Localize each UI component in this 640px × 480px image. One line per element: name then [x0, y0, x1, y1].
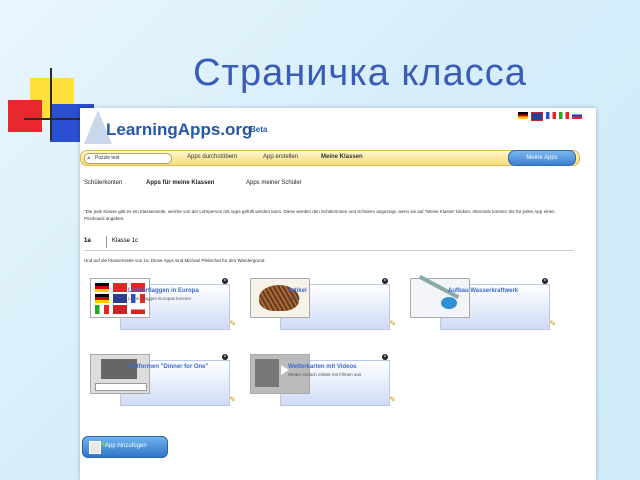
app-card[interactable]: Zeitformen "Dinner for One" × ✎ [90, 354, 236, 406]
close-icon[interactable]: × [222, 354, 228, 360]
slide-title: Страничка класса [193, 52, 527, 94]
my-apps-button[interactable]: Meine Apps [508, 150, 576, 166]
card-subtitle: Fädeli [288, 296, 301, 301]
my-apps-label: Meine Apps [526, 155, 558, 161]
pencil-icon[interactable]: ✎ [229, 395, 236, 404]
nav-bar: ⌕ Puzzle test Apps durchstöbern App erst… [80, 150, 580, 166]
add-app-button[interactable]: + App hinzufügen [82, 436, 168, 458]
tab-class-1a[interactable]: 1a [84, 238, 91, 244]
fr-flag-icon[interactable] [546, 112, 556, 119]
nav-link-browse[interactable]: Apps durchstöbern [187, 154, 237, 160]
search-icon: ⌕ [87, 155, 91, 162]
tab-apps-for-classes[interactable]: Apps für meine Klassen [146, 180, 214, 186]
webpage-frame: LearningApps.org Beta ⌕ Puzzle test Apps… [80, 108, 596, 480]
card-title: Aufbau Wasserkraftwerk [448, 288, 519, 294]
tab-apps-of-students[interactable]: Apps meiner Schüler [246, 180, 302, 186]
add-app-label: App hinzufügen [105, 443, 147, 449]
app-card[interactable]: Artikel Fädeli × ✎ [250, 278, 396, 330]
gb-flag-icon[interactable] [531, 112, 543, 121]
app-card[interactable]: Aufbau Wasserkraftwerk × ✎ [410, 274, 556, 330]
ru-flag-icon[interactable] [572, 112, 582, 119]
card-title: Artikel [288, 288, 307, 294]
nav-link-create[interactable]: App erstellen [263, 154, 298, 160]
search-input[interactable]: ⌕ Puzzle test [84, 153, 172, 164]
intro-text: "Die jede Klasse gibt es ein Klassenseit… [84, 209, 555, 221]
close-icon[interactable]: × [382, 278, 388, 284]
app-card[interactable]: Wetterkarten mit Videos Wetter einfach e… [250, 354, 396, 406]
card-title: Länderflaggen in Europa [128, 288, 199, 294]
class-tabs: 1a Klasse 1c [84, 236, 574, 251]
card-title: Wetterkarten mit Videos [288, 364, 357, 370]
powerplant-thumbnail [410, 274, 470, 318]
close-icon[interactable]: × [542, 278, 548, 284]
pencil-icon[interactable]: ✎ [229, 319, 236, 328]
decor-line [50, 68, 52, 140]
beta-label: Beta [250, 125, 268, 134]
card-title: Zeitformen "Dinner for One" [128, 364, 209, 370]
app-card[interactable]: Länderflaggen in Europa Lerne Flaggen Eu… [90, 278, 236, 330]
logo-text: LearningApps.org [106, 120, 253, 139]
de-flag-icon[interactable] [518, 112, 528, 119]
card-subtitle: Lerne Flaggen Europas kennen [128, 296, 192, 301]
search-value: Puzzle test [95, 155, 120, 161]
close-icon[interactable]: × [222, 278, 228, 284]
close-icon[interactable]: × [382, 354, 388, 360]
pencil-icon[interactable]: ✎ [549, 319, 556, 328]
add-app-icon: + [89, 439, 106, 454]
it-flag-icon[interactable] [559, 112, 569, 119]
language-flags [518, 112, 582, 121]
nav-link-my-classes[interactable]: Meine Klassen [321, 154, 363, 160]
logo[interactable]: LearningApps.org Beta [80, 108, 380, 150]
pencil-icon[interactable]: ✎ [389, 319, 396, 328]
tab-student-accounts[interactable]: Schülerkonten [84, 180, 122, 186]
decor-square-red [8, 100, 42, 132]
tab-class-1c[interactable]: Klasse 1c [112, 238, 138, 244]
divider [106, 236, 107, 248]
card-subtitle: Wetter einfach erklärt mit Filmen aus [288, 372, 362, 377]
dinner-thumbnail [90, 354, 150, 394]
pencil-icon[interactable]: ✎ [389, 395, 396, 404]
hint-text: Und auf die Klassenseite von 1a. Diese A… [84, 258, 266, 263]
